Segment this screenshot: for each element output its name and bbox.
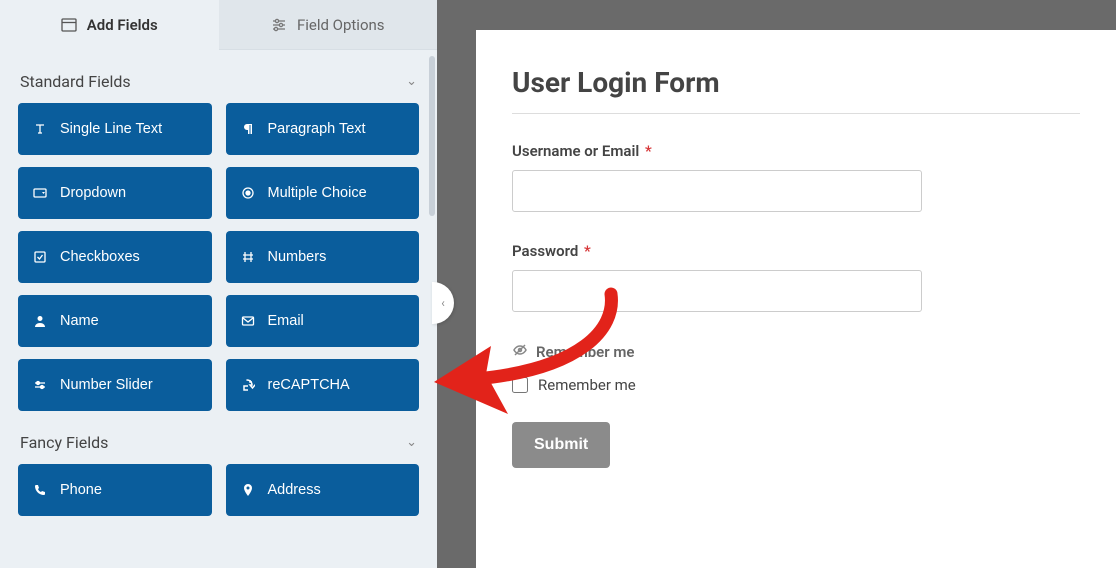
submit-button[interactable]: Submit (512, 422, 610, 468)
section-title: Standard Fields (20, 72, 131, 91)
slider-icon (32, 377, 48, 393)
tab-field-options[interactable]: Field Options (219, 0, 438, 50)
field-checkboxes[interactable]: Checkboxes (18, 231, 212, 283)
field-paragraph-text[interactable]: Paragraph Text (226, 103, 420, 155)
field-label: Single Line Text (60, 121, 162, 137)
sliders-icon (271, 17, 287, 33)
field-label: reCAPTCHA (268, 377, 350, 393)
recaptcha-icon (240, 377, 256, 393)
standard-fields-grid: Single Line Text Paragraph Text Dropdown… (18, 103, 419, 411)
chevron-down-icon: ⌄ (406, 435, 417, 450)
field-multiple-choice[interactable]: Multiple Choice (226, 167, 420, 219)
field-number-slider[interactable]: Number Slider (18, 359, 212, 411)
username-label: Username or Email * (512, 142, 1080, 160)
field-label: Checkboxes (60, 249, 140, 265)
field-label: Email (268, 313, 304, 329)
field-label: Phone (60, 482, 102, 498)
tab-label: Add Fields (87, 16, 158, 34)
section-fancy-header[interactable]: Fancy Fields ⌄ (18, 411, 419, 464)
field-single-line-text[interactable]: Single Line Text (18, 103, 212, 155)
pin-icon (240, 482, 256, 498)
field-recaptcha[interactable]: reCAPTCHA (226, 359, 420, 411)
radio-icon (240, 185, 256, 201)
tabs: Add Fields Field Options (0, 0, 437, 50)
phone-icon (32, 482, 48, 498)
form-preview: User Login Form Username or Email * Pass… (476, 30, 1116, 568)
tab-label: Field Options (297, 16, 385, 34)
fancy-fields-grid: Phone Address (18, 464, 419, 516)
section-standard-header[interactable]: Standard Fields ⌄ (18, 50, 419, 103)
divider (512, 113, 1080, 114)
field-label: Address (268, 482, 321, 498)
email-icon (240, 313, 256, 329)
field-name[interactable]: Name (18, 295, 212, 347)
remember-header: Remember me (512, 342, 1080, 362)
scrollbar[interactable] (429, 56, 435, 216)
required-mark: * (584, 242, 591, 260)
chevron-down-icon: ⌄ (406, 74, 417, 89)
sidebar-collapse-handle[interactable]: ‹ (432, 282, 454, 324)
username-input[interactable] (512, 170, 922, 212)
dropdown-icon (32, 185, 48, 201)
field-label: Number Slider (60, 377, 153, 393)
remember-checkbox[interactable] (512, 377, 528, 393)
field-phone[interactable]: Phone (18, 464, 212, 516)
password-label: Password * (512, 242, 1080, 260)
field-dropdown[interactable]: Dropdown (18, 167, 212, 219)
user-icon (32, 313, 48, 329)
chevron-left-icon: ‹ (441, 296, 445, 310)
field-label: Paragraph Text (268, 121, 366, 137)
field-address[interactable]: Address (226, 464, 420, 516)
password-input[interactable] (512, 270, 922, 312)
section-title: Fancy Fields (20, 433, 108, 452)
text-icon (32, 121, 48, 137)
required-mark: * (645, 142, 652, 160)
remember-label: Remember me (538, 376, 636, 394)
paragraph-icon (240, 121, 256, 137)
hash-icon (240, 249, 256, 265)
fields-panel: Standard Fields ⌄ Single Line Text Parag… (0, 50, 437, 568)
field-label: Dropdown (60, 185, 126, 201)
field-numbers[interactable]: Numbers (226, 231, 420, 283)
checkbox-icon (32, 249, 48, 265)
eye-off-icon (512, 342, 528, 362)
field-label: Multiple Choice (268, 185, 367, 201)
field-email[interactable]: Email (226, 295, 420, 347)
field-label: Name (60, 313, 99, 329)
tab-add-fields[interactable]: Add Fields (0, 0, 219, 50)
sidebar: Add Fields Field Options Standard Fields… (0, 0, 437, 568)
form-icon (61, 17, 77, 33)
form-title: User Login Form (512, 66, 1080, 99)
field-label: Numbers (268, 249, 327, 265)
remember-option[interactable]: Remember me (512, 376, 1080, 394)
